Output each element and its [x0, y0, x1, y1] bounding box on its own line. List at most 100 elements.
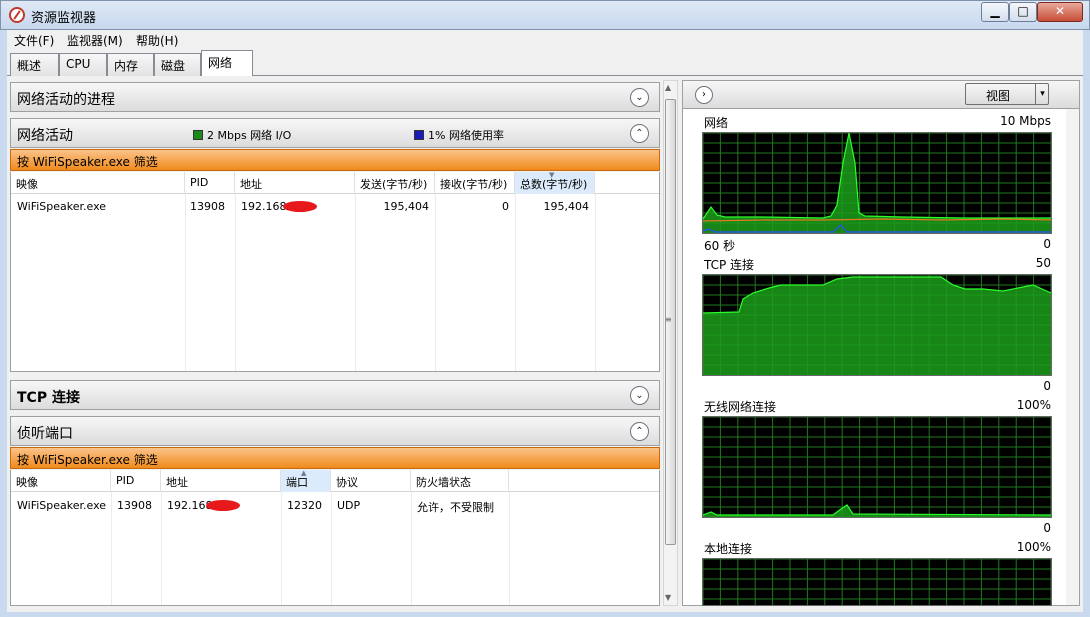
section-network-activity-header[interactable]: 网络活动 2 Mbps 网络 I/O 1% 网络使用率 ⌃ — [10, 118, 660, 148]
section-tcp-title: TCP 连接 — [17, 387, 80, 407]
left-pane: 网络活动的进程 ⌄ 网络活动 2 Mbps 网络 I/O 1% 网络使用率 ⌃ … — [7, 80, 661, 606]
window-title: 资源监视器 — [31, 11, 97, 26]
col-image[interactable]: 映像 — [11, 172, 185, 194]
menu-help[interactable]: 帮助(H) — [136, 32, 178, 49]
cell-protocol: UDP — [337, 499, 361, 512]
cell-port: 12320 — [287, 499, 322, 512]
collapse-chevron-icon[interactable]: ⌃ — [630, 124, 649, 143]
graph-tcp-max: 50 — [1035, 256, 1051, 270]
column-divider — [111, 492, 112, 605]
column-divider — [331, 492, 332, 605]
splitter-grip-icon[interactable]: ≡ — [665, 315, 672, 324]
graph-scrollbar[interactable] — [1066, 109, 1079, 605]
network-activity-table: 映像 PID 地址 发送(字节/秒) 接收(字节/秒) 总数(字节/秒) ▼ Wi… — [10, 172, 660, 372]
section-network-activity-title: 网络活动 — [17, 128, 73, 144]
legend-io-label: 2 Mbps 网络 I/O — [207, 129, 292, 142]
cell-pid: 13908 — [190, 200, 225, 213]
graph-network-time: 60 秒 — [704, 239, 736, 253]
cell-recv: 0 — [502, 200, 509, 213]
col-total[interactable]: 总数(字节/秒) ▼ — [515, 172, 595, 194]
col-pid[interactable]: PID — [111, 470, 161, 492]
column-divider — [235, 194, 236, 371]
left-scrollbar[interactable]: ▲ ≡ ▼ — [663, 80, 678, 606]
graph-wireless-max: 100% — [1016, 398, 1051, 412]
maximize-button[interactable]: □ — [1009, 2, 1037, 22]
filter-bar: 按 WiFiSpeaker.exe 筛选 — [10, 149, 660, 171]
graph-tcp — [702, 274, 1052, 376]
graph-network-title: 网络 — [704, 116, 729, 130]
tab-disk[interactable]: 磁盘 — [154, 53, 201, 76]
section-listening-title: 侦听端口 — [17, 426, 73, 442]
cell-image: WiFiSpeaker.exe — [17, 499, 107, 512]
section-tcp-label: TCP 连接 — [17, 390, 80, 406]
col-total-label: 总数(字节/秒) — [520, 178, 588, 191]
section-processes-header[interactable]: 网络活动的进程 ⌄ — [10, 82, 660, 112]
sort-down-icon: ▼ — [549, 172, 555, 179]
title-bar: 资源监视器 ▁ □ ✕ — [0, 0, 1090, 30]
tab-cpu[interactable]: CPU — [59, 53, 107, 76]
graph-pane: › 视图 ▾ 网络 10 Mbps 60 秒 0 TCP 连接 50 0 无线网… — [682, 80, 1080, 606]
cell-total: 195,404 — [543, 200, 590, 213]
graph-local — [702, 558, 1052, 606]
col-port-label: 端口 — [286, 476, 308, 489]
col-address[interactable]: 地址 — [235, 172, 355, 194]
menu-monitor[interactable]: 监视器(M) — [67, 32, 123, 49]
scroll-down-icon[interactable]: ▼ — [665, 593, 671, 602]
filter-bar: 按 WiFiSpeaker.exe 筛选 — [10, 447, 660, 469]
cell-image: WiFiSpeaker.exe — [17, 200, 107, 213]
tab-bar: 概述 CPU 内存 磁盘 网络 — [7, 50, 1083, 76]
collapse-graphs-icon[interactable]: › — [695, 86, 713, 104]
col-protocol[interactable]: 协议 — [331, 470, 411, 492]
expand-chevron-icon[interactable]: ⌄ — [630, 88, 649, 107]
collapse-chevron-icon[interactable]: ⌃ — [630, 422, 649, 441]
graph-wireless-min: 0 — [1043, 521, 1051, 535]
tab-overview[interactable]: 概述 — [10, 53, 59, 76]
column-divider — [355, 194, 356, 371]
menu-bar: 文件(F) 监视器(M) 帮助(H) — [7, 30, 1083, 50]
col-pid[interactable]: PID — [185, 172, 235, 194]
graph-tcp-svg — [703, 275, 1051, 375]
tab-memory[interactable]: 内存 — [107, 53, 154, 76]
col-image[interactable]: 映像 — [11, 470, 111, 492]
col-firewall[interactable]: 防火墙状态 — [411, 470, 509, 492]
column-divider — [411, 492, 412, 605]
graph-wireless-svg — [703, 417, 1051, 517]
minimize-button[interactable]: ▁ — [981, 2, 1009, 22]
section-processes-title: 网络活动的进程 — [17, 92, 115, 108]
legend-usage-label: 1% 网络使用率 — [428, 129, 504, 142]
view-button-label: 视图 — [986, 89, 1011, 103]
section-listening-header[interactable]: 侦听端口 ⌃ — [10, 416, 660, 446]
view-dropdown-icon[interactable]: ▾ — [1035, 84, 1049, 104]
col-recv[interactable]: 接收(字节/秒) — [435, 172, 515, 194]
tab-network[interactable]: 网络 — [201, 50, 253, 76]
column-divider — [515, 194, 516, 371]
column-divider — [509, 492, 510, 605]
col-port[interactable]: 端口 ▲ — [281, 470, 331, 492]
scroll-up-icon[interactable]: ▲ — [665, 83, 671, 92]
graph-network-svg — [703, 133, 1051, 233]
resource-monitor-icon — [9, 7, 25, 23]
redaction-mark — [206, 500, 240, 511]
col-address[interactable]: 地址 — [161, 470, 281, 492]
menu-file[interactable]: 文件(F) — [14, 32, 54, 49]
graph-tcp-min: 0 — [1043, 379, 1051, 393]
table-header: 映像 PID 地址 发送(字节/秒) 接收(字节/秒) 总数(字节/秒) ▼ — [11, 172, 659, 194]
graph-local-max: 100% — [1016, 540, 1051, 554]
expand-chevron-icon[interactable]: ⌄ — [630, 386, 649, 405]
sort-up-icon: ▲ — [301, 470, 307, 477]
cell-send: 195,404 — [383, 200, 430, 213]
graph-wireless-title: 无线网络连接 — [704, 400, 777, 414]
graph-wireless — [702, 416, 1052, 518]
graph-network — [702, 132, 1052, 234]
main-content: 网络活动的进程 ⌄ 网络活动 2 Mbps 网络 I/O 1% 网络使用率 ⌃ … — [7, 76, 1083, 612]
section-tcp-header[interactable]: TCP 连接 ⌄ — [10, 380, 660, 410]
graph-tcp-title: TCP 连接 — [704, 258, 755, 272]
column-divider — [595, 194, 596, 371]
cell-pid: 13908 — [117, 499, 152, 512]
graph-local-title: 本地连接 — [704, 542, 753, 556]
column-divider — [281, 492, 282, 605]
close-button[interactable]: ✕ — [1037, 2, 1083, 22]
col-send[interactable]: 发送(字节/秒) — [355, 172, 435, 194]
graph-network-max: 10 Mbps — [1000, 114, 1051, 128]
table-header: 映像 PID 地址 端口 ▲ 协议 防火墙状态 — [11, 470, 659, 492]
